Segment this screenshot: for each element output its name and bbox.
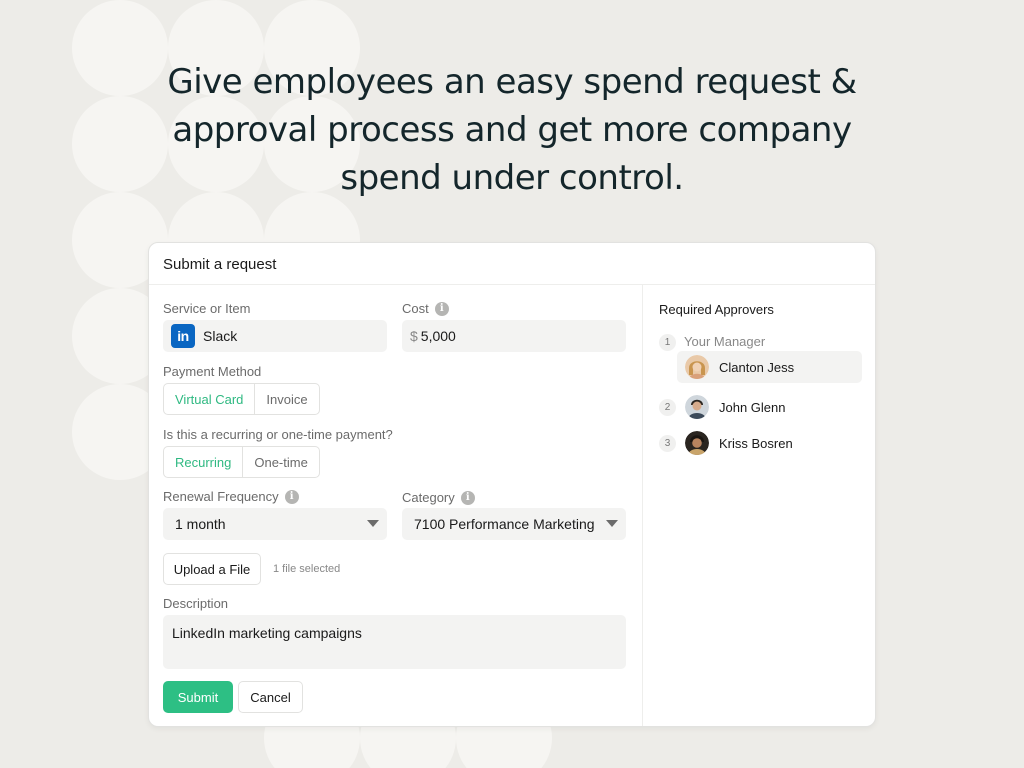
recurring-label: Is this a recurring or one-time payment?: [163, 427, 393, 442]
renewal-select[interactable]: 1 month: [163, 508, 387, 540]
renewal-value: 1 month: [175, 516, 226, 532]
approver-row[interactable]: Kriss Bosren: [685, 431, 793, 455]
description-label: Description: [163, 596, 229, 611]
step-role: Your Manager: [684, 334, 766, 349]
submit-button[interactable]: Submit: [163, 681, 233, 713]
request-form: Service or Item in Slack Cost i $ 5,000 …: [149, 285, 642, 726]
info-icon[interactable]: i: [460, 490, 475, 505]
service-value: Slack: [203, 328, 238, 344]
cancel-button[interactable]: Cancel: [238, 681, 303, 713]
description-textarea[interactable]: LinkedIn marketing campaigns: [163, 615, 626, 669]
payment-method-toggle: Virtual Card Invoice: [163, 383, 320, 415]
recurring-toggle: Recurring One-time: [163, 446, 320, 478]
approver-name: John Glenn: [719, 399, 786, 415]
approver-name: Kriss Bosren: [719, 435, 793, 451]
page-headline: Give employees an easy spend request & a…: [0, 58, 1024, 202]
service-input[interactable]: in Slack: [163, 320, 387, 352]
info-icon[interactable]: i: [434, 301, 449, 316]
renewal-label: Renewal Frequency i: [163, 489, 299, 504]
step-number: 3: [659, 435, 676, 452]
one-time-option[interactable]: One-time: [242, 447, 318, 477]
invoice-option[interactable]: Invoice: [254, 384, 318, 414]
virtual-card-option[interactable]: Virtual Card: [164, 384, 254, 414]
currency-symbol: $: [410, 328, 418, 344]
cost-value: 5,000: [420, 328, 456, 344]
cost-label: Cost i: [402, 301, 449, 316]
linkedin-icon: in: [171, 324, 195, 348]
cost-input[interactable]: $ 5,000: [402, 320, 626, 352]
approver-row[interactable]: Clanton Jess: [677, 351, 862, 383]
avatar: [685, 431, 709, 455]
approver-row[interactable]: John Glenn: [685, 395, 786, 419]
file-status: 1 file selected: [273, 563, 341, 575]
info-icon[interactable]: i: [284, 489, 299, 504]
approvers-title: Required Approvers: [659, 302, 774, 317]
category-label: Category i: [402, 490, 475, 505]
upload-file-button[interactable]: Upload a File: [163, 553, 261, 585]
step-number: 2: [659, 399, 676, 416]
approver-name: Clanton Jess: [719, 359, 795, 375]
service-label: Service or Item: [163, 301, 251, 316]
description-value: LinkedIn marketing campaigns: [172, 625, 362, 641]
avatar: [685, 355, 709, 379]
step-number: 1: [659, 334, 676, 351]
payment-method-label: Payment Method: [163, 364, 262, 379]
chevron-down-icon: [606, 520, 618, 527]
headline-line-2: approval process and get more company: [172, 110, 852, 150]
chevron-down-icon: [367, 520, 379, 527]
category-value: 7100 Performance Marketing: [414, 516, 595, 532]
headline-line-3: spend under control.: [340, 158, 684, 198]
form-title: Submit a request: [149, 243, 875, 285]
request-form-card: Submit a request Service or Item in Slac…: [148, 242, 876, 727]
recurring-option[interactable]: Recurring: [164, 447, 242, 477]
category-select[interactable]: 7100 Performance Marketing: [402, 508, 626, 540]
avatar: [685, 395, 709, 419]
approvers-panel: Required Approvers 1 Your Manager Clanto…: [642, 285, 875, 726]
headline-line-1: Give employees an easy spend request &: [167, 62, 857, 102]
